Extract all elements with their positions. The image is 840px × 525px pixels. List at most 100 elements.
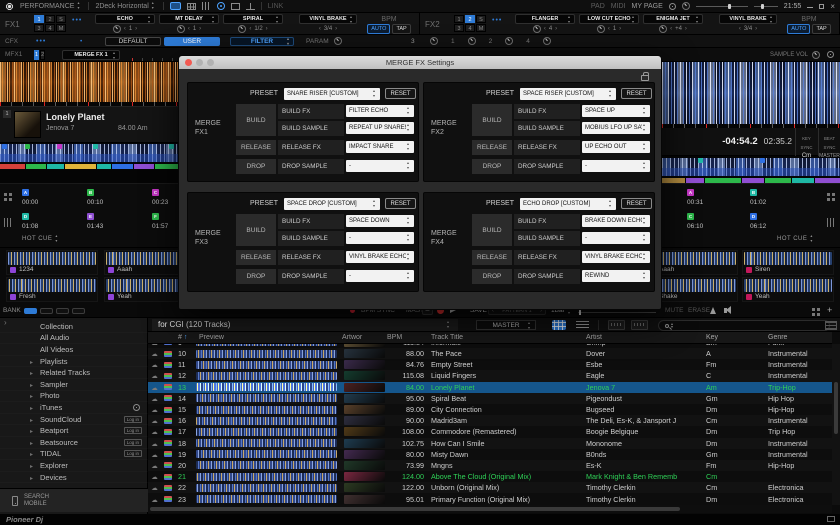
track-preview[interactable] [196,461,342,470]
fx2-unit-2-knob[interactable] [596,25,605,33]
fx2-unit-2-beat-down-icon[interactable] [608,26,610,32]
filter-funnel-icon[interactable] [161,334,175,341]
fx1-release-select[interactable]: VINYL BRAKE [299,14,357,24]
sampler-right-tile-2[interactable]: Siren [742,250,834,275]
fx2-slot-4[interactable]: 4 [465,24,475,32]
track-row-17[interactable]: 17 108.00 Commodore (Remastered) Boogie Bel… [148,426,832,438]
settings-gear-icon[interactable] [668,2,676,10]
tree-arrow-icon[interactable] [30,449,33,458]
cfx-user-button[interactable]: USER [164,37,220,46]
track-preview[interactable] [196,427,342,436]
mergefx-unit-4-release_fx-select[interactable]: VINYL BRAKE ECHO [582,251,650,263]
track-preview[interactable] [196,405,342,414]
track-row-23[interactable]: 23 95.01 Primary Function (Original Mix) Ti… [148,493,832,505]
fx1-slot-3[interactable]: 3 [34,24,44,32]
track-preview[interactable] [196,416,342,425]
external-window-icon[interactable] [827,516,835,522]
track-row-20[interactable]: 20 73.99 Mngns Es-K Fm Hip-Hop [148,459,832,472]
fx1-unit-1-beat-up-icon[interactable] [135,26,137,32]
sampler-left-tile-1[interactable]: 1234 [6,250,98,275]
horizontal-scrollbar[interactable] [148,505,832,513]
sampler-gear-icon[interactable] [827,51,834,58]
minimize-button[interactable] [807,7,814,8]
pad-bars-icon[interactable] [4,218,12,227]
mergefx-unit-3-drop_sample-select[interactable]: - [346,270,414,282]
deck2-hotcue-D[interactable]: D 06:12 [750,213,810,235]
login-badge[interactable]: Log in [123,438,142,446]
track-row-10[interactable]: 10 88.00 The Pace Dover A Instrumental [148,348,832,360]
sidebar-item-beatsource[interactable]: Beatsource Log in [0,437,148,449]
deck1-hotcue-B[interactable]: B 00:10 [87,189,147,211]
fx2-unit-1-beat-up-icon[interactable] [555,26,557,32]
tree-arrow-icon[interactable] [30,461,33,470]
sampler-left-tile-3[interactable]: Fresh [6,277,98,302]
deck2-hotcue-B[interactable]: B 01:02 [750,189,810,211]
fx1-release-beat-down-icon[interactable] [319,26,321,32]
tree-arrow-icon[interactable] [30,473,33,482]
track-preview[interactable] [196,472,342,481]
sampler-erase-button[interactable]: ERASE [688,307,710,314]
column-genre[interactable]: Genre [768,334,832,341]
track-preview[interactable] [196,360,342,369]
track-row-13[interactable]: 13 84.00 Lonely Planet Jenova 7 Am Trip-Hop [148,381,832,393]
fx2-unit-1-beat-down-icon[interactable] [544,26,546,32]
fx1-unit-3-beat-up-icon[interactable] [266,26,268,32]
sampler-panel-icon[interactable] [245,2,255,10]
deck2-hotcue-C[interactable]: C 06:10 [687,213,747,235]
deck2-strip[interactable] [662,158,840,176]
cfx-param-knob[interactable] [334,37,342,45]
browser-master-select[interactable]: MASTER [476,320,536,330]
column-artwork[interactable]: Artwor [342,334,387,341]
cfx-default-button[interactable]: DEFAULT [105,37,161,46]
mergefx-unit-2-reset-button[interactable]: RESET [621,88,652,99]
grid-view-button[interactable] [552,320,566,330]
mergefx-unit-3-reset-button[interactable]: RESET [385,198,416,209]
sampler-volume-slider[interactable] [753,3,778,9]
lock-icon[interactable] [641,72,649,81]
deck2-beat-sync-button[interactable]: BEAT SYNC MASTER [818,128,840,159]
fx1-unit-3-beat-down-icon[interactable] [249,26,251,32]
tree-arrow-icon[interactable] [30,391,33,400]
fx2-dots-icon[interactable]: ••• [492,17,502,24]
track-row-16[interactable]: 16 90.00 Madrid3am The Deli, Es-K, & Janspo… [148,415,832,427]
dialog-titlebar[interactable]: MERGE FX Settings [179,56,661,69]
mergefx-unit-2-build_fx-select[interactable]: SPACE UP [582,105,650,117]
sidebar-item-devices[interactable]: Devices [0,472,148,484]
fx1-slot-S[interactable]: S [56,15,66,23]
fx2-release-beat-down-icon[interactable] [739,26,741,32]
fx2-unit-1-select[interactable]: FLANGER [515,14,575,24]
track-row-19[interactable]: 19 80.00 Misty Dawn B0nds Gm Instrumental [148,448,832,460]
sidebar-item-itunes[interactable]: iTunes [0,402,148,414]
fx2-unit-3-select[interactable]: ENIGMA JET [643,14,703,24]
panel-toggle-icon[interactable] [825,321,837,330]
fx2-slot-2[interactable]: 2 [465,15,475,23]
sidebar-item-beatport[interactable]: Beatport Log in [0,425,148,437]
fx1-unit-3-select[interactable]: SPIRAL [223,14,283,24]
deck2-waveform[interactable] [662,62,840,124]
fx2-unit-2-select[interactable]: LOW CUT ECHO [579,14,639,24]
fx2-unit-3-knob[interactable] [659,25,668,33]
column-preview[interactable]: Preview [196,334,342,341]
sidebar-item-sampler[interactable]: Sampler [0,379,148,391]
fx2-bpm-auto-button[interactable]: AUTO [787,24,811,34]
sampler-mute-button[interactable]: MUTE [665,307,683,314]
mergefx-unit-1-release_fx-select[interactable]: IMPACT SNARE [346,141,414,153]
login-badge[interactable]: Log in [123,415,142,423]
fx1-unit-3-knob[interactable] [238,25,247,33]
sequencer-position-slider[interactable] [578,310,656,315]
fx1-unit-1-select[interactable]: ECHO [95,14,155,24]
sidebar-item-photo[interactable]: Photo [0,391,148,403]
fx1-slot-4[interactable]: 4 [45,24,55,32]
track-preview[interactable] [196,495,342,504]
layout-select[interactable]: 2Deck Horizontal [95,1,156,10]
fx2-slot-M[interactable]: M [476,24,486,32]
track-preview[interactable] [196,483,342,492]
mergefx-unit-1-reset-button[interactable]: RESET [385,88,416,99]
sampler-add-icon[interactable]: + [827,305,832,315]
mergefx-unit-3-release_fx-select[interactable]: VINYL BRAKE ECHO [346,251,414,263]
sidebar-item-collection[interactable]: Collection [0,321,148,333]
sample-vol-knob[interactable] [812,51,820,59]
deck2-hotcue-A[interactable]: A 00:31 [687,189,747,211]
playlist-title-select[interactable]: for CGI (120 Tracks) [152,319,458,331]
link-button[interactable]: LINK [268,3,284,10]
